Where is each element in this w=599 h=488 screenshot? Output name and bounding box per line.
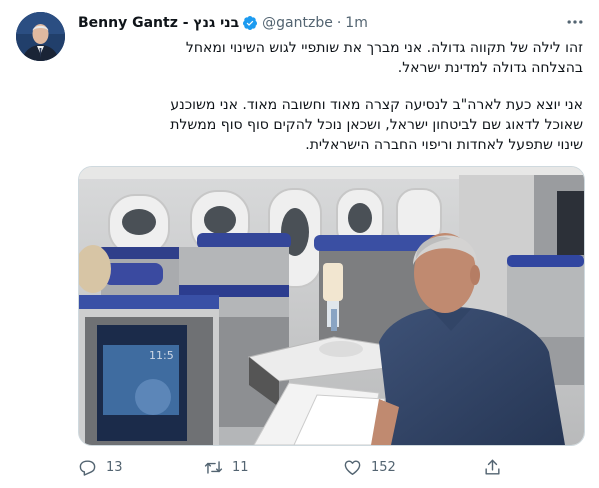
reply-icon [78,458,97,477]
reply-button[interactable]: 13 [78,456,123,478]
text-line: שאוכל לדאוג שם לביטחון ישראל, ושכאן נוכל… [170,117,583,133]
tweet-text-paragraph-1: זהו לילה של תקווה גדולה. אני מברך את שות… [78,38,583,78]
text-line: בהצלחה גדולה למדינת ישראל. [397,60,583,76]
text-line: שינוי שתפעל לאחדות וריפוי החברה הישראלית… [305,137,583,153]
like-button[interactable]: 152 [343,456,396,478]
verified-badge-icon [242,15,258,31]
tweet-actions: 13 11 152 [78,456,583,478]
retweet-count: 11 [232,459,249,475]
text-line: אני יוצא כעת לארה"ב לנסיעה קצרה מאוד וחש… [170,97,583,113]
author-name[interactable]: Benny Gantz - בני גנץ [78,15,239,31]
tweet-photo[interactable]: 11:5 [78,166,585,446]
tweet-card[interactable]: Benny Gantz - בני גנץ @gantzbe · 1m זהו … [0,0,599,488]
tweet-text-paragraph-2: אני יוצא כעת לארה"ב לנסיעה קצרה מאוד וחש… [78,95,583,155]
share-icon [483,458,502,477]
separator-dot: · [336,15,342,31]
like-count: 152 [371,459,396,475]
timestamp[interactable]: 1m [345,15,368,31]
reply-count: 13 [106,459,123,475]
tweet-header: Benny Gantz - בני גנץ @gantzbe · 1m [78,13,368,33]
retweet-icon [204,458,223,477]
svg-text:11:5: 11:5 [149,349,174,362]
share-button[interactable] [483,456,502,478]
more-options-icon[interactable] [565,12,585,32]
text-line: זהו לילה של תקווה גדולה. אני מברך את שות… [185,40,583,56]
like-icon [343,458,362,477]
avatar[interactable] [16,12,65,61]
author-handle[interactable]: @gantzbe [262,15,333,31]
retweet-button[interactable]: 11 [204,456,249,478]
